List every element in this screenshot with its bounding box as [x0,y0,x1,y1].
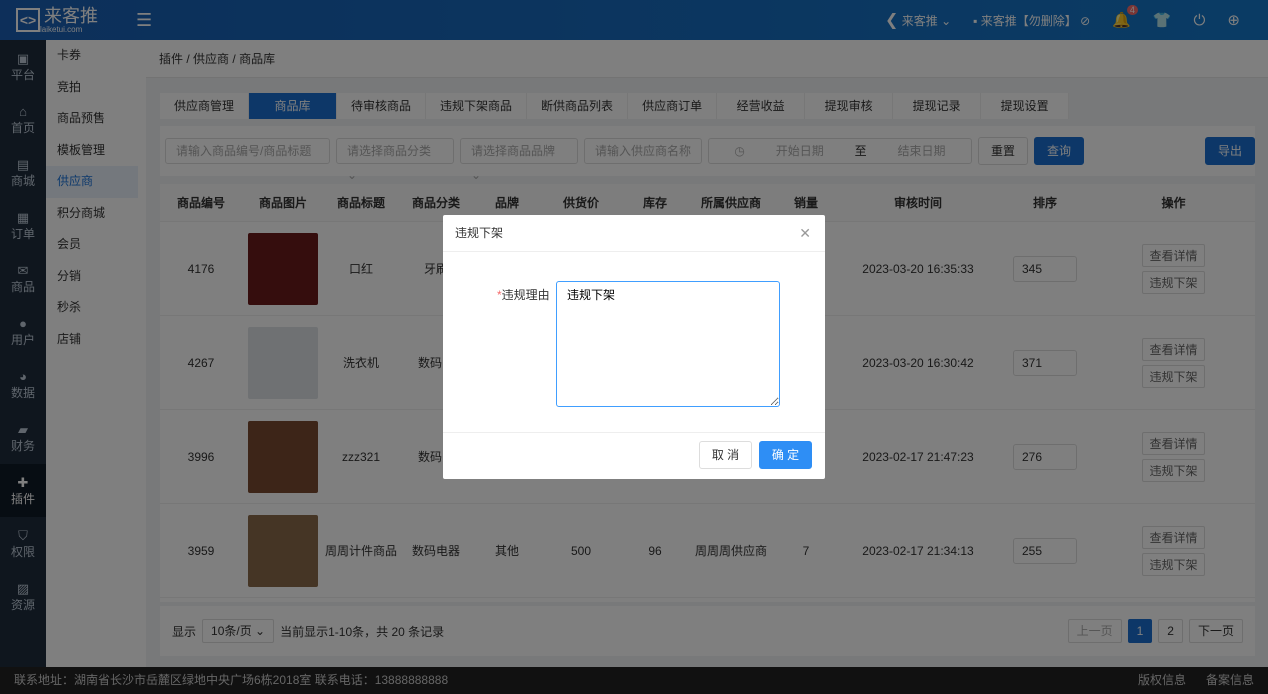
violation-dialog: 违规下架 ✕ *违规理由 取 消 确 定 [443,215,825,479]
dialog-footer-divider [443,432,825,433]
close-icon[interactable]: ✕ [799,215,811,252]
confirm-button[interactable]: 确 定 [759,441,812,469]
dialog-title: 违规下架 [443,215,825,252]
reason-textarea[interactable] [556,281,780,407]
reason-label: *违规理由 [497,288,550,302]
cancel-button[interactable]: 取 消 [699,441,752,469]
